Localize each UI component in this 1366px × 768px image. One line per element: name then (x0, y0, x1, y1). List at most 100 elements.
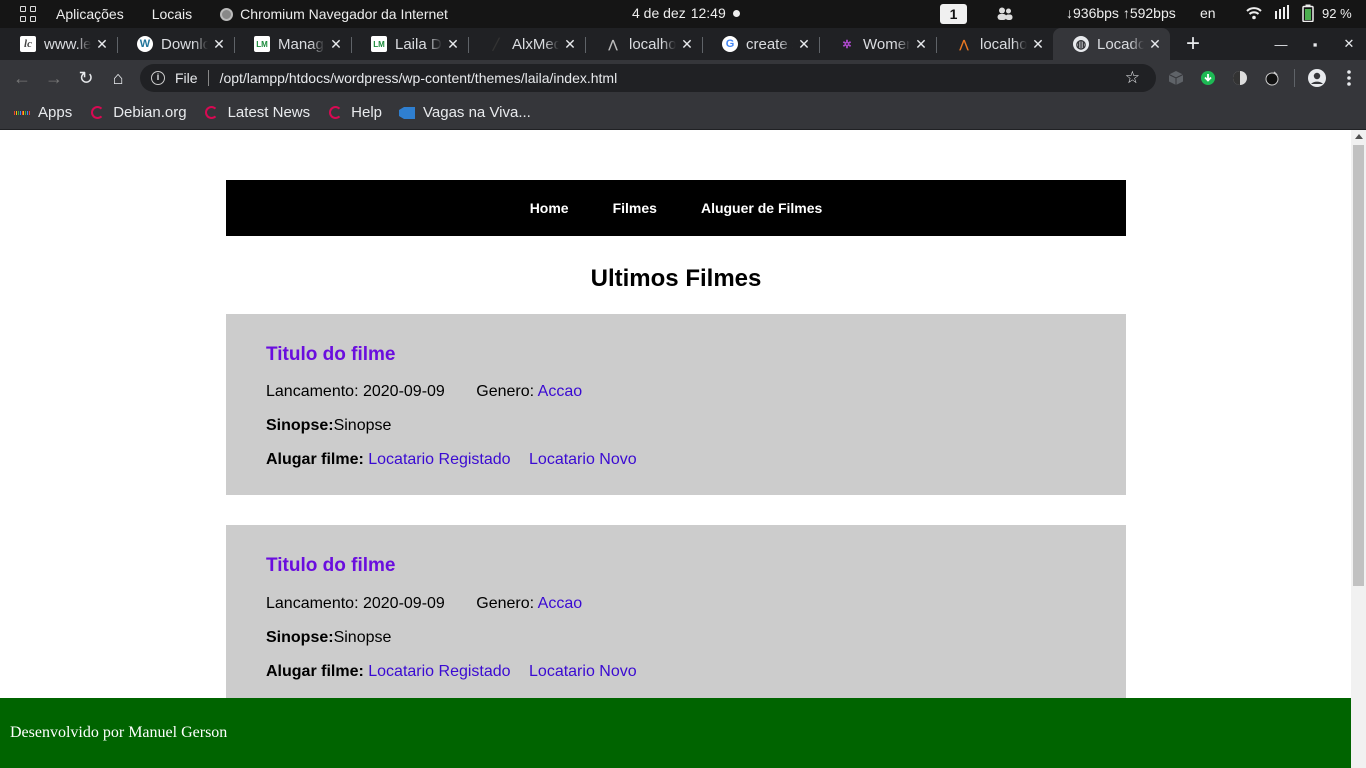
close-window-button[interactable]: ✕ (1332, 28, 1366, 60)
close-tab-icon[interactable]: ✕ (325, 36, 347, 53)
rent-new-link[interactable]: Locatario Novo (529, 663, 637, 680)
browser-tab[interactable]: ⋀ localhos ✕ (936, 28, 1053, 60)
close-tab-icon[interactable]: ✕ (442, 36, 464, 53)
rent-new-link[interactable]: Locatario Novo (529, 451, 637, 468)
browser-tab[interactable]: ╱ AlxMed ✕ (468, 28, 585, 60)
genre-link[interactable]: Accao (538, 383, 582, 400)
tab-title: Women (863, 35, 910, 53)
clock-date: 4 de dez (632, 5, 686, 21)
clock[interactable]: 4 de dez 12:49 (632, 5, 740, 21)
maximize-button[interactable]: ▪ (1298, 28, 1332, 60)
apps-grid-icon (14, 105, 31, 121)
activities-grid-icon[interactable] (0, 0, 56, 28)
browser-tab[interactable]: ⋀ localhos ✕ (585, 28, 702, 60)
synopsis-text: Sinopse (333, 417, 392, 434)
url-scheme-label: File (175, 70, 198, 86)
browser-tab[interactable]: lc www.le ✕ (0, 28, 117, 60)
debian-icon (327, 105, 343, 121)
close-tab-icon[interactable]: ✕ (793, 36, 815, 53)
wordpress-icon: W (137, 36, 153, 52)
tab-title: create s (746, 35, 793, 53)
bookmark-label: Vagas na Viva... (423, 104, 531, 121)
bookmark-debian[interactable]: Debian.org (89, 104, 187, 121)
browser-tab[interactable]: W Downlo ✕ (117, 28, 234, 60)
site-icon: LM (371, 36, 387, 52)
close-tab-icon[interactable]: ✕ (676, 36, 698, 53)
bookmark-latest-news[interactable]: Latest News (204, 104, 311, 121)
tab-title: www.le (44, 35, 91, 53)
new-tab-button[interactable]: + (1170, 28, 1216, 60)
address-bar[interactable]: i File /opt/lampp/htdocs/wordpress/wp-co… (140, 64, 1156, 92)
movie-rent: Alugar filme: Locatario Registado Locata… (266, 451, 637, 469)
profile-avatar-icon[interactable] (1301, 62, 1333, 94)
bookmark-apps[interactable]: Apps (14, 104, 72, 121)
movie-rent: Alugar filme: Locatario Registado Locata… (266, 663, 637, 681)
close-tab-icon[interactable]: ✕ (559, 36, 581, 53)
bookmark-label: Debian.org (113, 104, 187, 121)
women-icon: ✲ (842, 38, 852, 51)
url-separator (207, 70, 209, 86)
forward-arrow-icon[interactable]: → (38, 62, 70, 94)
tab-title: Locador (1097, 35, 1144, 53)
close-tab-icon[interactable]: ✕ (208, 36, 230, 53)
rent-registered-link[interactable]: Locatario Registado (368, 663, 510, 680)
people-icon[interactable] (997, 7, 1013, 20)
rent-label: Alugar filme: (266, 663, 364, 680)
nav-link-aluguer[interactable]: Aluguer de Filmes (701, 200, 822, 216)
movie-card: Titulo do filme Lancamento: 2020-09-09 G… (226, 314, 1126, 495)
app-menu[interactable]: Chromium Navegador da Internet (220, 6, 448, 22)
movie-card: Titulo do filme Lancamento: 2020-09-09 G… (226, 525, 1126, 725)
site-footer: Desenvolvido por Manuel Gerson (0, 698, 1351, 768)
places-menu[interactable]: Locais (152, 6, 192, 22)
workspace-indicator[interactable]: 1 (940, 4, 967, 24)
browser-tab[interactable]: LM Manage ✕ (234, 28, 351, 60)
info-icon[interactable]: i (151, 71, 165, 85)
page-title: Ultimos Filmes (590, 265, 762, 292)
bookmark-star-icon[interactable]: ☆ (1125, 68, 1140, 88)
close-tab-icon[interactable]: ✕ (1027, 36, 1049, 53)
movie-title-link[interactable]: Titulo do filme (266, 344, 395, 366)
reload-icon[interactable]: ↻ (70, 62, 102, 94)
nav-link-filmes[interactable]: Filmes (613, 200, 657, 216)
browser-tab[interactable]: G create s ✕ (702, 28, 819, 60)
close-tab-icon[interactable]: ✕ (1144, 36, 1166, 53)
scrollbar-thumb[interactable] (1353, 145, 1364, 586)
clock-time: 12:49 (690, 5, 726, 21)
download-extension-icon[interactable] (1192, 62, 1224, 94)
wifi-icon (1246, 7, 1262, 20)
cube-extension-icon[interactable] (1160, 62, 1192, 94)
page-scrollbar[interactable] (1351, 130, 1366, 768)
genre-link[interactable]: Accao (538, 595, 582, 612)
home-icon[interactable]: ⌂ (102, 62, 134, 94)
applications-menu[interactable]: Aplicações (56, 6, 124, 22)
menu-dots-icon[interactable] (1333, 62, 1365, 94)
tab-title: Laila De (395, 35, 442, 53)
back-arrow-icon[interactable]: ← (6, 62, 38, 94)
url-text[interactable]: /opt/lampp/htdocs/wordpress/wp-content/t… (220, 70, 618, 86)
network-speed: ↓936bps ↑592bps (1066, 5, 1176, 21)
minimize-button[interactable]: — (1264, 28, 1298, 60)
close-tab-icon[interactable]: ✕ (91, 36, 113, 53)
bookmark-vagas[interactable]: Vagas na Viva... (399, 104, 531, 121)
system-tray[interactable]: 92 % (1246, 4, 1352, 22)
bookmark-label: Help (351, 104, 382, 121)
bookmark-help[interactable]: Help (327, 104, 382, 121)
close-tab-icon[interactable]: ✕ (910, 36, 932, 53)
xampp-icon: ⋀ (608, 38, 618, 51)
browser-tab-active[interactable]: ◍ Locador ✕ (1053, 28, 1170, 60)
folder-tag-icon (399, 105, 415, 121)
bookmark-label: Latest News (227, 104, 311, 121)
rent-registered-link[interactable]: Locatario Registado (368, 451, 510, 468)
nav-link-home[interactable]: Home (530, 200, 569, 216)
script-extension-icon[interactable] (1256, 62, 1288, 94)
movie-synopsis: Sinopse:Sinopse (266, 417, 391, 435)
movie-title-link[interactable]: Titulo do filme (266, 555, 395, 577)
scroll-up-arrow-icon[interactable] (1355, 134, 1363, 139)
browser-tab[interactable]: LM Laila De ✕ (351, 28, 468, 60)
keyboard-language[interactable]: en (1200, 5, 1216, 21)
browser-tab[interactable]: ✲ Women ✕ (819, 28, 936, 60)
battery-icon (1302, 4, 1314, 22)
dark-mode-extension-icon[interactable] (1224, 62, 1256, 94)
genre-label: Genero: (476, 383, 535, 400)
alx-icon: ╱ (492, 38, 500, 51)
